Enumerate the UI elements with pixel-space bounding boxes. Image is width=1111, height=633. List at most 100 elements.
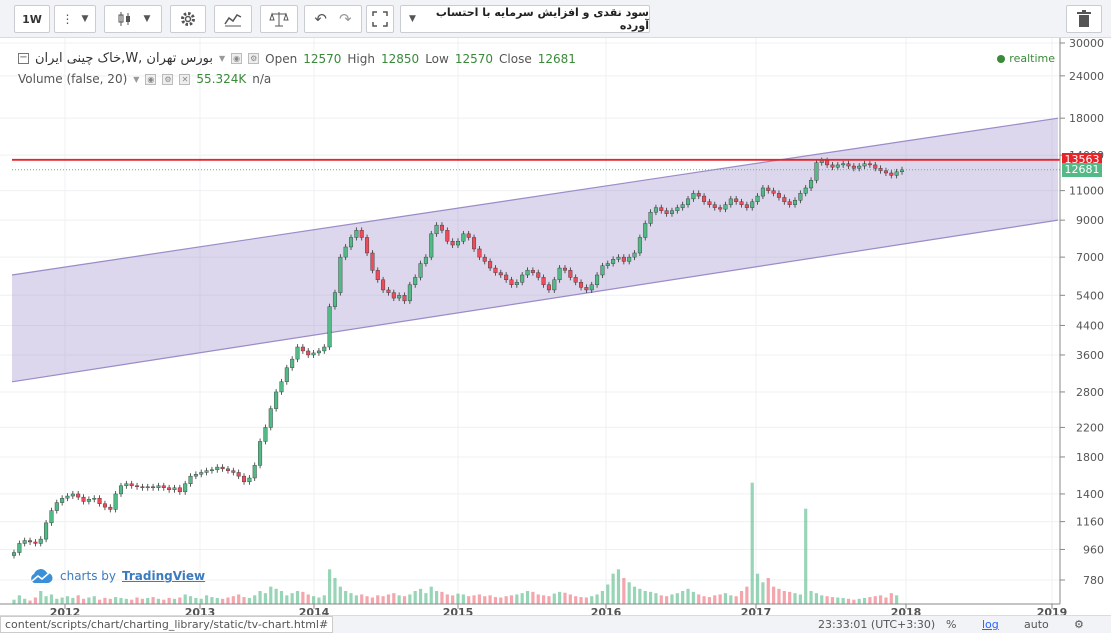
price-axis[interactable]: 3000024000180001400011000900070005400440… bbox=[1060, 38, 1104, 587]
candle-body bbox=[766, 187, 771, 191]
gear-icon[interactable]: ⚙ bbox=[1074, 618, 1084, 631]
time-axis[interactable]: 2012 2013 2014 2015 2016 2017 2018 2019 bbox=[50, 604, 1068, 615]
volume-bar bbox=[338, 586, 342, 604]
gear-icon[interactable]: ⚙ bbox=[162, 73, 174, 85]
candle-body bbox=[434, 224, 439, 235]
time-tick-label: 2017 bbox=[741, 606, 772, 615]
symbol-name[interactable]: بورس تهران ,W,خاک چینی ایران bbox=[35, 51, 213, 66]
percent-toggle[interactable]: % bbox=[946, 618, 956, 631]
candle-body bbox=[439, 224, 444, 231]
volume-bar bbox=[12, 599, 16, 604]
candle-body bbox=[381, 279, 386, 291]
volume-bar bbox=[247, 597, 251, 604]
candle-body bbox=[488, 261, 493, 269]
log-toggle[interactable]: log bbox=[982, 618, 999, 631]
volume-bar bbox=[745, 586, 749, 604]
candle-body bbox=[44, 522, 49, 540]
fullscreen-button[interactable] bbox=[366, 5, 394, 33]
chart-type-button[interactable]: ▼ bbox=[104, 5, 162, 33]
candle-body bbox=[659, 207, 664, 211]
volume-bar bbox=[766, 578, 770, 604]
candle-body bbox=[851, 165, 856, 169]
study-select[interactable]: ▼ سود نقدی و افزایش سرمایه با احتساب آور… bbox=[400, 5, 650, 33]
candle-body bbox=[814, 162, 819, 181]
candle-body bbox=[279, 381, 284, 393]
candle-body bbox=[370, 252, 375, 271]
candle-body bbox=[675, 207, 680, 211]
candle-body bbox=[108, 506, 113, 510]
candle-body bbox=[311, 352, 316, 356]
indicators-button[interactable] bbox=[214, 5, 252, 33]
time-tick-label: 2013 bbox=[185, 606, 216, 615]
close-icon[interactable]: ✕ bbox=[179, 73, 191, 85]
volume-bar bbox=[140, 598, 144, 604]
eye-icon[interactable]: ◉ bbox=[145, 73, 157, 85]
volume-bar bbox=[472, 595, 476, 604]
gear-icon[interactable]: ⚙ bbox=[248, 53, 260, 64]
candle-body bbox=[573, 277, 578, 283]
volume-bar bbox=[889, 593, 893, 604]
candle-body bbox=[183, 483, 188, 493]
volume-bar bbox=[884, 597, 888, 604]
volume-bar bbox=[44, 596, 48, 604]
volume-bar bbox=[317, 597, 321, 604]
candle-body bbox=[611, 259, 616, 264]
interval-button[interactable]: 1W bbox=[14, 5, 50, 33]
volume-bar bbox=[204, 595, 209, 604]
realtime-label: realtime bbox=[1009, 52, 1055, 65]
volume-bar bbox=[520, 593, 524, 604]
undo-icon[interactable]: ↶ bbox=[314, 10, 327, 28]
chart-area[interactable]: 3000024000180001400011000900070005400440… bbox=[0, 38, 1111, 615]
candle-body bbox=[268, 408, 273, 428]
candle-body bbox=[38, 538, 43, 544]
more-intervals-button[interactable]: ⋮ ▼ bbox=[54, 5, 96, 33]
candle-body bbox=[466, 233, 471, 238]
time-tick-label: 2015 bbox=[443, 606, 474, 615]
volume-label[interactable]: Volume (false, 20) bbox=[18, 72, 127, 86]
candle-body bbox=[514, 282, 519, 285]
candle-body bbox=[102, 503, 107, 508]
volume-bar bbox=[750, 482, 754, 604]
candle-body bbox=[498, 272, 503, 276]
candle-body bbox=[354, 230, 359, 238]
redo-icon[interactable]: ↷ bbox=[339, 10, 352, 28]
volume-bar bbox=[408, 594, 412, 604]
delete-button[interactable] bbox=[1066, 5, 1102, 33]
candle-body bbox=[798, 193, 803, 201]
volume-bar bbox=[713, 595, 717, 604]
volume-value: 55.324K bbox=[196, 72, 247, 86]
volume-bar bbox=[183, 594, 187, 604]
auto-toggle[interactable]: auto bbox=[1024, 618, 1049, 631]
realtime-indicator: realtime bbox=[997, 52, 1055, 65]
candle-body bbox=[776, 193, 781, 198]
volume-bar bbox=[167, 597, 171, 604]
volume-bar bbox=[231, 596, 235, 604]
candle-body bbox=[525, 270, 530, 276]
candle-body bbox=[605, 263, 610, 266]
volume-bar bbox=[654, 593, 658, 604]
open-label: Open bbox=[265, 51, 298, 66]
candle-body bbox=[322, 346, 327, 352]
collapse-icon[interactable]: − bbox=[18, 53, 29, 64]
volume-bar bbox=[755, 573, 760, 604]
volume-bar bbox=[836, 597, 840, 604]
candle-body bbox=[862, 163, 867, 167]
volume-bar bbox=[809, 591, 813, 604]
compare-button[interactable] bbox=[260, 5, 298, 33]
candle-body bbox=[621, 256, 626, 262]
candle-body bbox=[680, 204, 685, 208]
watermark-brand[interactable]: TradingView bbox=[122, 569, 205, 583]
price-tick-label: 30000 bbox=[1069, 38, 1104, 50]
candle-body bbox=[252, 465, 257, 479]
chevron-down-icon[interactable]: ▼ bbox=[133, 75, 139, 84]
tradingview-watermark[interactable]: charts by TradingView bbox=[28, 568, 205, 584]
candle-body bbox=[33, 541, 38, 544]
volume-bar bbox=[643, 591, 647, 604]
settings-button[interactable] bbox=[170, 5, 206, 33]
eye-icon[interactable]: ◉ bbox=[231, 53, 243, 64]
open-value: 12570 bbox=[303, 51, 342, 66]
price-chart[interactable]: 3000024000180001400011000900070005400440… bbox=[0, 38, 1111, 615]
chevron-down-icon[interactable]: ▼ bbox=[219, 54, 225, 63]
volume-bar bbox=[483, 596, 487, 604]
volume-bar bbox=[531, 591, 535, 604]
